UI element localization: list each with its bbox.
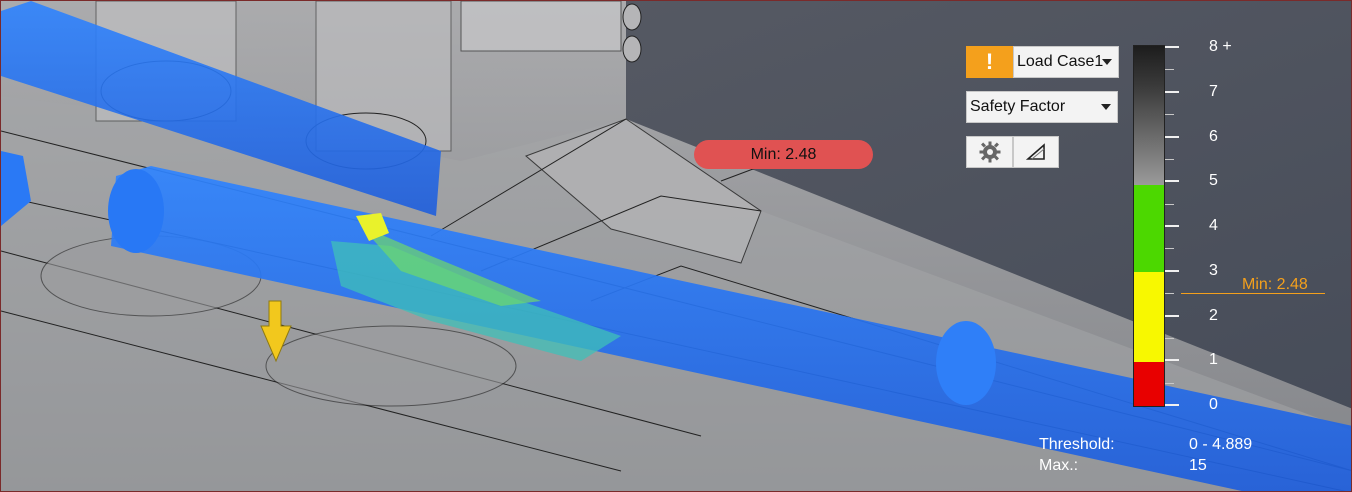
legend-major-tick bbox=[1165, 314, 1179, 317]
legend-minor-tick bbox=[1165, 158, 1174, 160]
safety-factor-legend-bar bbox=[1133, 45, 1165, 407]
threshold-value: 0 - 4.889 bbox=[1189, 436, 1253, 453]
legend-minor-tick bbox=[1165, 293, 1174, 295]
settings-button[interactable] bbox=[966, 136, 1013, 168]
legend-tick-label: 6 bbox=[1209, 127, 1218, 145]
pipe-main-cap bbox=[108, 169, 164, 253]
legend-major-tick bbox=[1165, 359, 1179, 362]
min-callout-label: Min: 2.48 bbox=[750, 145, 817, 163]
legend-tick-label: 5 bbox=[1209, 172, 1218, 190]
legend-minor-tick bbox=[1165, 203, 1174, 205]
gear-icon bbox=[979, 141, 1000, 163]
legend-minor-tick bbox=[1165, 69, 1174, 71]
load-case-value: Load Case1 bbox=[1017, 53, 1104, 70]
pipe-right-segment bbox=[936, 321, 996, 405]
cylinder-right bbox=[460, 1, 622, 52]
boss-middle bbox=[265, 325, 517, 407]
legend-major-tick bbox=[1165, 135, 1179, 138]
load-case-dropdown[interactable]: Load Case1 bbox=[1013, 46, 1119, 78]
min-value-callout[interactable]: Min: 2.48 bbox=[694, 140, 873, 169]
max-value: 15 bbox=[1189, 457, 1207, 474]
legend-minor-tick bbox=[1165, 248, 1174, 250]
threshold-label: Threshold: bbox=[1039, 436, 1115, 453]
legend-minor-tick bbox=[1165, 114, 1174, 116]
legend-major-tick bbox=[1165, 46, 1179, 48]
result-type-value: Safety Factor bbox=[970, 98, 1066, 115]
legend-tick-label: 8 + bbox=[1209, 38, 1232, 55]
min-marker-label: Min: 2.48 bbox=[1242, 276, 1308, 293]
legend-major-tick bbox=[1165, 225, 1179, 227]
legend-minor-tick bbox=[1165, 337, 1174, 339]
chevron-down-icon bbox=[1101, 104, 1111, 110]
legend-tick-label: 4 bbox=[1209, 217, 1218, 234]
legend-tick-label: 2 bbox=[1209, 306, 1218, 324]
legend-major-tick bbox=[1165, 180, 1179, 183]
result-type-dropdown[interactable]: Safety Factor bbox=[966, 91, 1118, 123]
warning-glyph: ! bbox=[985, 49, 994, 74]
legend-tick-label: 3 bbox=[1209, 261, 1218, 279]
legend-tick-label: 1 bbox=[1209, 351, 1218, 369]
legend-minor-tick bbox=[1165, 382, 1174, 384]
deformation-triangle-icon bbox=[1026, 143, 1045, 160]
legend-major-tick bbox=[1165, 269, 1179, 272]
port-hole-2 bbox=[622, 35, 642, 63]
legend-tick-label: 0 bbox=[1209, 396, 1218, 413]
warning-icon[interactable]: ! bbox=[966, 46, 1013, 78]
deformation-button[interactable] bbox=[1013, 136, 1059, 168]
legend-major-tick bbox=[1165, 90, 1179, 93]
simulation-viewport[interactable]: ! Load Case1 Safety Factor Min: 2.48 8 +… bbox=[0, 0, 1352, 492]
legend-tick-label: 7 bbox=[1209, 82, 1218, 100]
chevron-down-icon bbox=[1102, 59, 1112, 65]
port-hole-1 bbox=[622, 3, 642, 31]
legend-major-tick bbox=[1165, 404, 1179, 406]
max-label: Max.: bbox=[1039, 457, 1079, 474]
